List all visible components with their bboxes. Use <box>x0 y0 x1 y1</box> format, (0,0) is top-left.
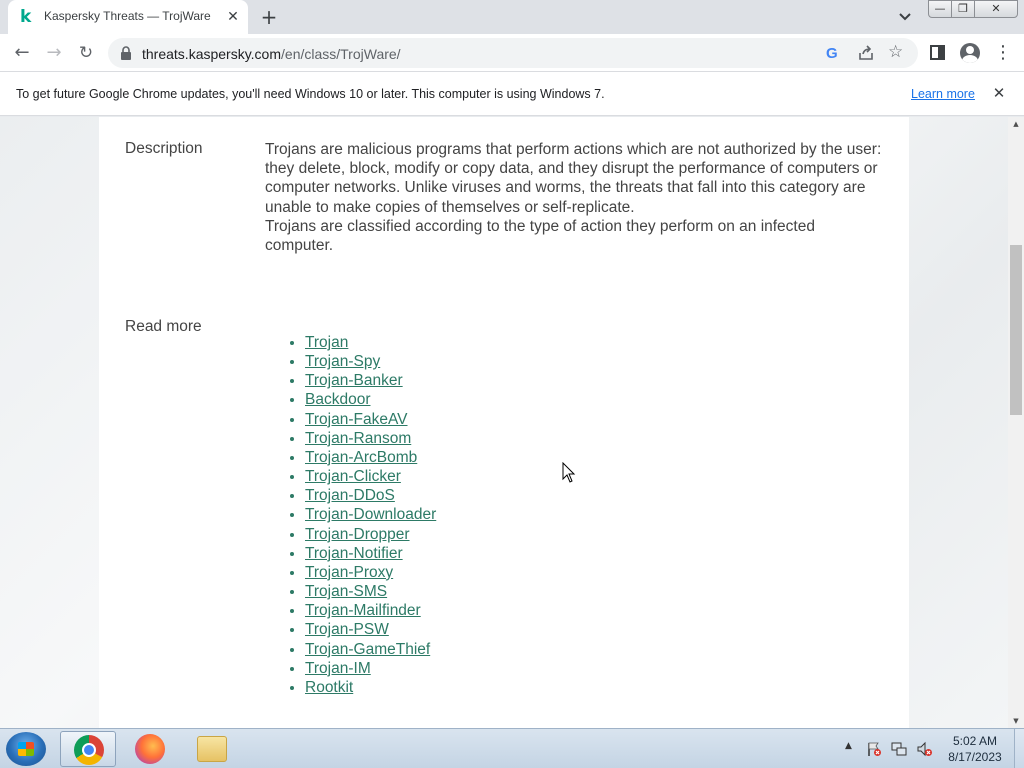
new-tab-button[interactable]: + <box>258 6 280 28</box>
threat-class-link[interactable]: Trojan-ArcBomb <box>305 449 417 466</box>
read-more-label: Read more <box>125 318 202 335</box>
chrome-menu-icon[interactable]: ⋮ <box>994 41 1012 65</box>
scroll-down-arrow-icon[interactable]: ▼ <box>1008 714 1024 728</box>
list-item: Rootkit <box>305 678 436 697</box>
threat-class-link[interactable]: Trojan-Notifier <box>305 545 403 562</box>
tab-title: Kaspersky Threats — TrojWare <box>44 9 211 23</box>
list-item: Trojan-GameThief <box>305 640 436 659</box>
threat-class-link[interactable]: Trojan-PSW <box>305 621 389 638</box>
threat-class-link[interactable]: Trojan-SMS <box>305 583 387 600</box>
taskbar-file-explorer[interactable] <box>184 731 240 767</box>
share-icon[interactable] <box>858 45 874 61</box>
browser-toolbar: ← → ↻ threats.kaspersky.com/en/class/Tro… <box>0 34 1024 72</box>
threat-class-link[interactable]: Trojan-IM <box>305 660 371 677</box>
list-item: Trojan <box>305 333 436 352</box>
google-lens-icon[interactable]: G <box>826 45 838 62</box>
tab-kaspersky-threats[interactable]: k Kaspersky Threats — TrojWare ✕ <box>8 0 248 34</box>
threat-class-link[interactable]: Trojan-Dropper <box>305 526 410 543</box>
list-item: Trojan-Banker <box>305 371 436 390</box>
show-hidden-icons-icon[interactable]: ▲ <box>845 741 852 751</box>
url-path: /en/class/TrojWare/ <box>281 46 401 62</box>
description-label: Description <box>125 140 203 157</box>
threat-class-link[interactable]: Trojan <box>305 334 348 351</box>
windows-taskbar: ▲ 5:02 AM 8/17/2023 <box>0 728 1024 768</box>
tab-search-chevron-icon[interactable] <box>896 9 914 25</box>
threat-class-link[interactable]: Trojan-Ransom <box>305 430 411 447</box>
description-paragraph: Trojans are classified according to the … <box>265 217 815 255</box>
list-item: Trojan-SMS <box>305 582 436 601</box>
threat-class-link[interactable]: Trojan-FakeAV <box>305 411 408 428</box>
kaspersky-favicon-icon: k <box>20 7 32 27</box>
threat-class-link[interactable]: Trojan-Proxy <box>305 564 393 581</box>
side-panel-icon[interactable] <box>930 45 945 60</box>
list-item: Trojan-Spy <box>305 352 436 371</box>
show-desktop-button[interactable] <box>1014 729 1024 768</box>
close-window-button[interactable]: ✕ <box>974 0 1018 18</box>
list-item: Trojan-Dropper <box>305 525 436 544</box>
tab-close-icon[interactable]: ✕ <box>224 8 242 26</box>
threat-class-link[interactable]: Trojan-Downloader <box>305 506 436 523</box>
list-item: Trojan-Downloader <box>305 505 436 524</box>
forward-button[interactable]: → <box>40 39 68 67</box>
back-button[interactable]: ← <box>8 39 36 67</box>
lock-icon[interactable] <box>120 46 132 60</box>
action-center-flag-icon[interactable] <box>866 741 882 757</box>
address-bar[interactable]: threats.kaspersky.com/en/class/TrojWare/… <box>108 38 918 68</box>
network-icon[interactable] <box>891 741 907 757</box>
profile-avatar-icon[interactable] <box>960 43 980 63</box>
list-item: Trojan-Mailfinder <box>305 601 436 620</box>
list-item: Backdoor <box>305 390 436 409</box>
tab-strip: k Kaspersky Threats — TrojWare ✕ + — ❐ ✕ <box>0 0 1024 34</box>
restore-window-button[interactable]: ❐ <box>951 0 975 18</box>
threat-class-link[interactable]: Rootkit <box>305 679 353 696</box>
threat-class-link[interactable]: Trojan-GameThief <box>305 641 430 658</box>
list-item: Trojan-FakeAV <box>305 410 436 429</box>
learn-more-link[interactable]: Learn more <box>911 87 975 101</box>
url-text[interactable]: threats.kaspersky.com/en/class/TrojWare/ <box>142 46 401 62</box>
list-item: Trojan-Notifier <box>305 544 436 563</box>
clock-date: 8/17/2023 <box>948 750 1002 764</box>
start-button[interactable] <box>6 732 46 766</box>
update-infobar: To get future Google Chrome updates, you… <box>0 72 1024 116</box>
description-text: Trojans are malicious programs that perf… <box>265 140 885 255</box>
list-item: Trojan-DDoS <box>305 486 436 505</box>
list-item: Trojan-Proxy <box>305 563 436 582</box>
volume-muted-icon[interactable] <box>916 741 932 757</box>
minimize-window-button[interactable]: — <box>928 0 952 18</box>
infobar-message: To get future Google Chrome updates, you… <box>16 87 605 101</box>
description-paragraph: Trojans are malicious programs that perf… <box>265 141 882 216</box>
bookmark-star-icon[interactable]: ☆ <box>888 42 903 62</box>
url-host: threats.kaspersky.com <box>142 46 282 62</box>
threat-class-link[interactable]: Backdoor <box>305 391 370 408</box>
mouse-cursor-icon <box>562 462 576 483</box>
list-item: Trojan-Ransom <box>305 429 436 448</box>
folder-icon <box>197 736 227 762</box>
list-item: Trojan-IM <box>305 659 436 678</box>
list-item: Trojan-PSW <box>305 620 436 639</box>
scrollbar-thumb[interactable] <box>1010 245 1022 415</box>
page-viewport: Description Trojans are malicious progra… <box>0 117 1008 728</box>
scroll-up-arrow-icon[interactable]: ▲ <box>1008 117 1024 131</box>
threat-class-link[interactable]: Trojan-Banker <box>305 372 403 389</box>
taskbar-firefox[interactable] <box>122 731 178 767</box>
threat-class-link[interactable]: Trojan-DDoS <box>305 487 395 504</box>
list-item: Trojan-ArcBomb <box>305 448 436 467</box>
taskbar-chrome[interactable] <box>60 731 116 767</box>
system-clock[interactable]: 5:02 AM 8/17/2023 <box>940 733 1010 765</box>
list-item: Trojan-Clicker <box>305 467 436 486</box>
infobar-close-icon[interactable]: ✕ <box>991 84 1007 102</box>
read-more-link-list: Trojan Trojan-Spy Trojan-Banker Backdoor Tro… <box>305 333 436 697</box>
threat-class-link[interactable]: Trojan-Mailfinder <box>305 602 421 619</box>
content-card: Description Trojans are malicious progra… <box>99 117 909 728</box>
vertical-scrollbar[interactable]: ▲ ▼ <box>1008 117 1024 728</box>
chrome-icon <box>74 735 104 765</box>
firefox-icon <box>135 734 165 764</box>
threat-class-link[interactable]: Trojan-Spy <box>305 353 380 370</box>
reload-button[interactable]: ↻ <box>72 39 100 67</box>
threat-class-link[interactable]: Trojan-Clicker <box>305 468 401 485</box>
clock-time: 5:02 AM <box>952 734 998 748</box>
